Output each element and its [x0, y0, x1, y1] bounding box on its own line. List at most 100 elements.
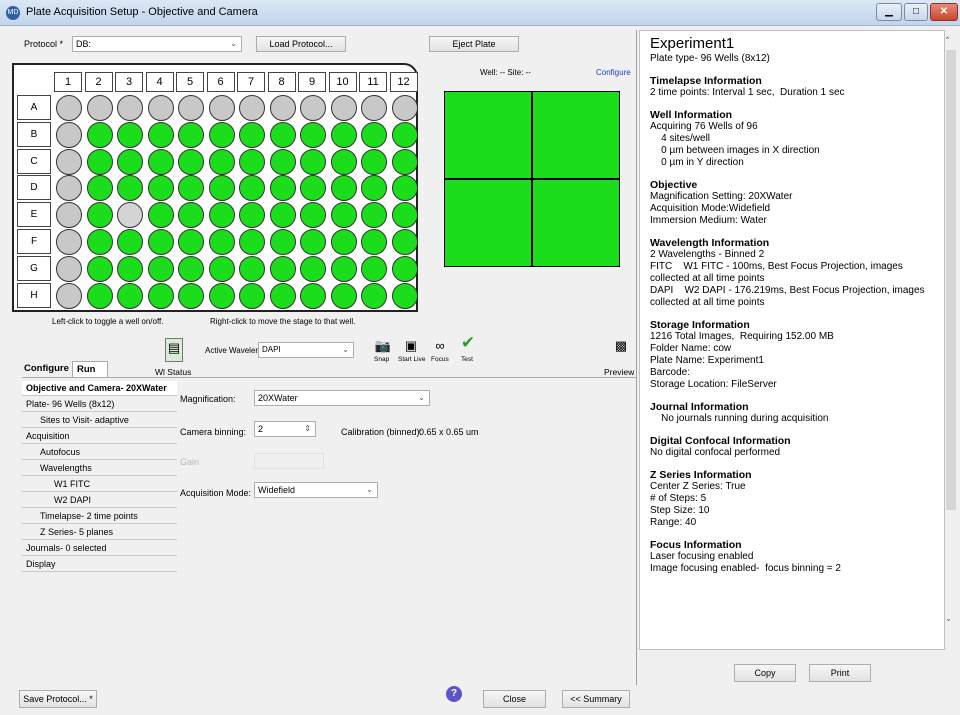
close-button[interactable]: Close: [483, 690, 546, 708]
well-H9[interactable]: [300, 282, 326, 309]
test-check-icon[interactable]: ✔: [458, 334, 478, 352]
well-C11[interactable]: [361, 148, 387, 175]
camera-icon[interactable]: 📷: [373, 337, 393, 355]
nav-item[interactable]: Acquisition: [22, 429, 177, 444]
well-B2[interactable]: [86, 121, 113, 148]
well-E7[interactable]: [239, 202, 265, 229]
well-E2[interactable]: [86, 202, 113, 229]
well-B1[interactable]: [56, 121, 82, 148]
well-F2[interactable]: [86, 229, 113, 255]
acq-mode-select[interactable]: Widefield ⌄: [254, 482, 378, 498]
well-A5[interactable]: [178, 95, 204, 121]
well-C1[interactable]: [56, 148, 82, 175]
well-A11[interactable]: [361, 95, 387, 121]
nav-item[interactable]: Sites to Visit- adaptive: [22, 413, 177, 428]
tab-run[interactable]: Run: [72, 361, 108, 377]
well-H10[interactable]: [330, 282, 357, 309]
load-protocol-button[interactable]: Load Protocol...: [256, 36, 346, 52]
well-H4[interactable]: [147, 282, 174, 309]
nav-item[interactable]: Z Series- 5 planes: [22, 525, 177, 540]
help-icon[interactable]: ?: [446, 686, 462, 702]
well-C3[interactable]: [117, 148, 143, 175]
well-G8[interactable]: [269, 255, 296, 282]
well-H3[interactable]: [117, 282, 143, 309]
site-4[interactable]: [532, 179, 620, 267]
well-B5[interactable]: [178, 121, 204, 148]
row-header-D[interactable]: D: [17, 175, 51, 201]
well-A10[interactable]: [330, 95, 357, 121]
well-G6[interactable]: [208, 255, 235, 282]
scroll-up-icon[interactable]: ˆ: [946, 36, 949, 46]
save-protocol-button[interactable]: Save Protocol... *: [19, 690, 97, 708]
well-C6[interactable]: [208, 148, 235, 175]
spinner-arrows-icon[interactable]: ⇕: [304, 422, 311, 436]
active-wavelength-select[interactable]: DAPI ⌄: [258, 342, 354, 358]
close-window-button[interactable]: ✕: [930, 3, 958, 21]
well-E9[interactable]: [300, 202, 326, 229]
site-3[interactable]: [444, 179, 532, 267]
row-header-G[interactable]: G: [17, 255, 51, 281]
well-H1[interactable]: [56, 282, 82, 309]
print-button[interactable]: Print: [809, 664, 871, 682]
well-C4[interactable]: [147, 148, 174, 175]
well-D4[interactable]: [147, 175, 174, 202]
well-H7[interactable]: [239, 282, 265, 309]
well-A4[interactable]: [147, 95, 174, 121]
wl-status-icon[interactable]: ▤: [165, 338, 183, 362]
summary-scroll-thumb[interactable]: [946, 50, 956, 510]
well-C8[interactable]: [269, 148, 296, 175]
well-G9[interactable]: [300, 255, 326, 282]
well-D12[interactable]: [391, 175, 418, 202]
focus-glasses-icon[interactable]: ∞: [430, 337, 450, 355]
nav-item[interactable]: Journals- 0 selected: [22, 541, 177, 556]
well-A1[interactable]: [56, 95, 82, 121]
well-E12[interactable]: [391, 202, 418, 229]
configure-link[interactable]: Configure: [596, 68, 631, 77]
column-header-12[interactable]: 12: [389, 72, 418, 92]
well-B4[interactable]: [147, 121, 174, 148]
well-H5[interactable]: [178, 282, 204, 309]
well-C7[interactable]: [239, 148, 265, 175]
summary-toggle-button[interactable]: << Summary: [562, 690, 630, 708]
well-F6[interactable]: [208, 229, 235, 255]
well-C2[interactable]: [86, 148, 113, 175]
well-F1[interactable]: [56, 229, 82, 255]
well-H12[interactable]: [391, 282, 418, 309]
well-E1[interactable]: [56, 202, 82, 229]
column-header-8[interactable]: 8: [267, 72, 296, 92]
preview-icon[interactable]: ▩: [611, 337, 631, 355]
column-header-9[interactable]: 9: [298, 72, 326, 92]
row-header-E[interactable]: E: [17, 202, 51, 228]
well-E11[interactable]: [361, 202, 387, 229]
well-G5[interactable]: [178, 255, 204, 282]
column-header-4[interactable]: 4: [145, 72, 174, 92]
well-E10[interactable]: [330, 202, 357, 229]
well-F5[interactable]: [178, 229, 204, 255]
column-header-1[interactable]: 1: [54, 72, 82, 92]
well-G10[interactable]: [330, 255, 357, 282]
row-header-F[interactable]: F: [17, 229, 51, 254]
nav-item[interactable]: Wavelengths: [22, 461, 177, 476]
well-A3[interactable]: [117, 95, 143, 121]
well-A8[interactable]: [269, 95, 296, 121]
column-header-10[interactable]: 10: [328, 72, 357, 92]
row-header-H[interactable]: H: [17, 282, 51, 308]
nav-item[interactable]: Plate- 96 Wells (8x12): [22, 397, 177, 412]
well-F11[interactable]: [361, 229, 387, 255]
well-G2[interactable]: [86, 255, 113, 282]
eject-plate-button[interactable]: Eject Plate: [429, 36, 519, 52]
well-D8[interactable]: [269, 175, 296, 202]
tab-configure[interactable]: Configure: [24, 363, 69, 374]
well-B12[interactable]: [391, 121, 418, 148]
well-E3[interactable]: [117, 202, 143, 229]
site-2[interactable]: [532, 91, 620, 179]
nav-item[interactable]: Objective and Camera- 20XWater: [22, 381, 177, 396]
well-B11[interactable]: [361, 121, 387, 148]
well-E6[interactable]: [208, 202, 235, 229]
well-F12[interactable]: [391, 229, 418, 255]
well-G3[interactable]: [117, 255, 143, 282]
binning-spinner[interactable]: 2 ⇕: [254, 421, 316, 437]
column-header-3[interactable]: 3: [115, 72, 143, 92]
well-G11[interactable]: [361, 255, 387, 282]
column-header-2[interactable]: 2: [84, 72, 113, 92]
